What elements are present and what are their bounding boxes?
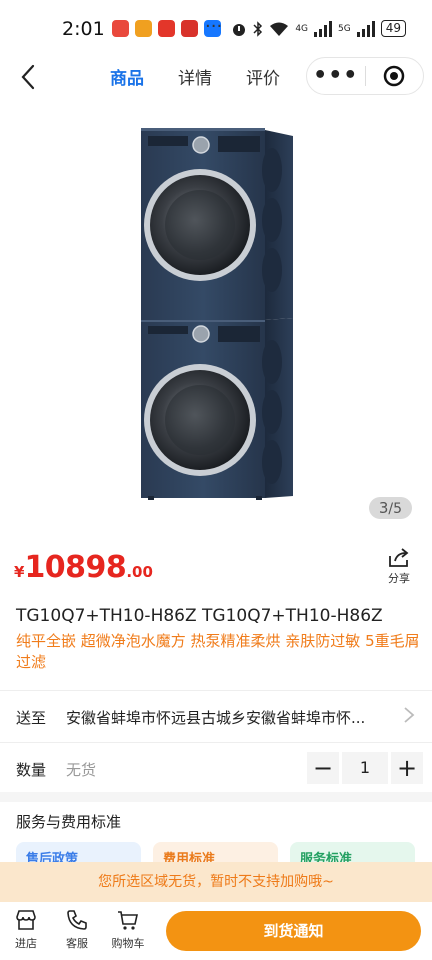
back-arrow-icon[interactable] <box>14 62 44 92</box>
cart-icon <box>118 911 138 930</box>
store-button[interactable]: 进店 <box>6 908 46 951</box>
quantity-stepper: − 1 + <box>307 752 423 784</box>
alarm-icon <box>233 23 246 36</box>
app-notification-icon <box>158 20 175 37</box>
cart-button[interactable]: 购物车 <box>108 908 148 951</box>
wifi-icon <box>270 22 289 36</box>
store-icon <box>16 910 36 930</box>
image-counter-total: 5 <box>393 501 402 517</box>
app-notification-icon <box>181 20 198 37</box>
delivery-label: 送至 <box>16 709 47 727</box>
delivery-address[interactable]: 安徽省蚌埠市怀远县古城乡安徽省蚌埠市怀... <box>66 707 386 728</box>
quantity-value[interactable]: 1 <box>342 752 388 784</box>
network-label: 5G <box>338 23 351 34</box>
network-label: 4G <box>295 23 309 34</box>
image-counter-current: 3 <box>378 499 389 517</box>
product-gallery[interactable]: 3/5 <box>0 100 432 530</box>
stock-status: 无货 <box>66 761 97 779</box>
price-currency: ¥ <box>14 563 25 581</box>
tab-reviews[interactable]: 评价 <box>246 64 280 95</box>
product-price: ¥10898.00 <box>14 550 153 585</box>
tab-bar: 商品 详情 评价 <box>110 64 280 95</box>
price-row: ¥10898.00 分享 <box>0 544 432 594</box>
arrival-notification-button[interactable]: 到货通知 <box>166 911 421 951</box>
cart-label: 购物车 <box>111 937 145 950</box>
share-label: 分享 <box>388 572 410 585</box>
price-decimal: .00 <box>126 563 153 581</box>
section-separator <box>0 792 432 802</box>
more-dots-icon[interactable]: ••• <box>307 61 365 91</box>
decrease-button[interactable]: − <box>307 752 339 784</box>
signal-icon <box>356 20 375 37</box>
divider <box>0 690 432 691</box>
status-more: ··· <box>205 16 223 37</box>
chevron-right-icon[interactable] <box>402 705 416 725</box>
app-notification-icon <box>135 20 152 37</box>
battery-indicator: 49 <box>380 20 406 37</box>
increase-button[interactable]: + <box>391 752 423 784</box>
store-label: 进店 <box>15 937 37 950</box>
target-icon[interactable] <box>365 65 423 87</box>
tab-details[interactable]: 详情 <box>178 64 212 95</box>
share-button[interactable]: 分享 <box>382 546 416 586</box>
quantity-label: 数量 <box>16 761 47 779</box>
stock-notice-banner: 您所选区域无货，暂时不支持加购哦~ <box>0 862 432 902</box>
signal-icon <box>314 20 333 37</box>
product-title: TG10Q7+TH10-H86Z TG10Q7+TH10-H86Z <box>16 606 383 626</box>
tab-product[interactable]: 商品 <box>110 64 144 95</box>
customer-service-button[interactable]: 客服 <box>57 908 97 951</box>
status-time: 2:01 <box>62 18 105 40</box>
app-notification-icon <box>112 20 129 37</box>
product-subtitle: 纯平全嵌 超微净泡水魔方 热泵精准柔烘 亲肤防过敏 5重毛屑过滤 <box>16 632 420 671</box>
divider <box>0 742 432 743</box>
services-title: 服务与费用标准 <box>16 813 122 831</box>
price-integer: 10898 <box>24 550 127 585</box>
bluetooth-icon <box>253 20 263 37</box>
miniprogram-capsule: ••• <box>306 57 424 95</box>
product-image <box>141 128 293 500</box>
share-icon <box>389 548 409 567</box>
bottom-action-bar: 进店 客服 购物车 到货通知 <box>0 902 432 960</box>
top-navigation: 商品 详情 评价 ••• <box>0 57 432 98</box>
image-counter: 3/5 <box>368 497 412 519</box>
phone-icon <box>67 910 87 930</box>
status-indicators: 4G 5G 49 <box>231 20 406 37</box>
service-label: 客服 <box>66 937 88 950</box>
status-bar: 2:01 ··· 4G 5G 49 <box>0 0 432 58</box>
